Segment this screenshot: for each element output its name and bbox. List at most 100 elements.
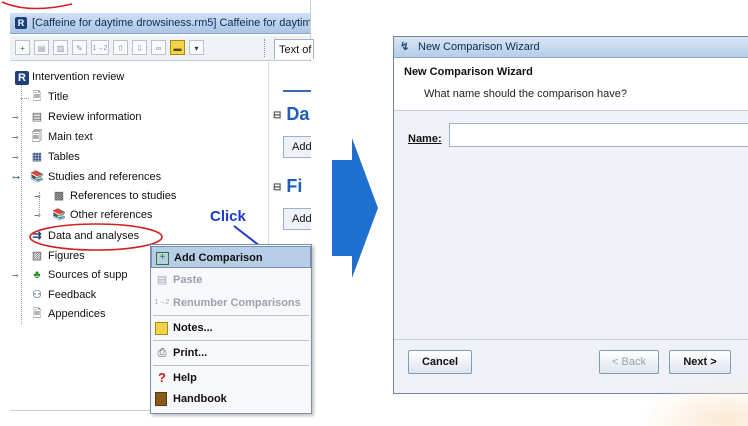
menu-separator [153,315,309,316]
tree-item-label: Intervention review [32,71,125,83]
add-icon[interactable]: + [15,40,30,55]
menu-item-label: Help [173,372,197,384]
transition-arrow [332,138,378,278]
references-icon: ▩ [53,190,65,202]
tree-item-label: Title [48,91,69,103]
menu-item-handbook[interactable]: Handbook [151,388,311,410]
review-icon: R [15,71,29,85]
menu-item-add-comparison[interactable]: + Add Comparison [151,246,311,268]
tree-item-title[interactable]: 🗎 Title [10,89,210,107]
context-menu: + Add Comparison ▤ Paste 1→2 Renumber Co… [150,244,312,414]
menu-item-print[interactable]: ⎙ Print... [151,342,311,364]
tree-item-label: Appendices [48,308,106,320]
link-icon[interactable]: ∞ [151,40,166,55]
revman-app-icon: R [15,17,27,29]
edit-icon[interactable]: ✎ [72,40,87,55]
menu-separator [153,365,309,366]
window-title-bar: R [Caffeine for daytime drowsiness.rm5] … [10,13,310,34]
tree-item-references-to-studies[interactable]: ⊸ ▩ References to studies [10,188,210,206]
tree-item-intervention-review[interactable]: R Intervention review [10,69,210,87]
tree-item-label: Tables [48,151,80,163]
feedback-icon: ⚇ [32,289,42,301]
printer-icon: ⎙ [157,347,167,359]
document-icon: 🗎 [32,91,42,103]
table-icon: ▦ [31,151,43,163]
menu-item-paste[interactable]: ▤ Paste [151,269,311,291]
menu-item-label: Notes... [173,322,213,334]
tree-item-label: Studies and references [48,171,162,183]
dialog-header: New Comparison Wizard What name should t… [394,58,748,111]
collapse-icon[interactable]: ⊟ [273,110,281,121]
expand-icon[interactable]: ⊸ [34,212,41,220]
move-up-icon[interactable]: ⇧ [113,40,128,55]
doc-heading-text: Da [286,104,310,124]
tree-item-label: References to studies [70,190,177,202]
doc-heading-text: Fi [286,176,303,196]
tree-item-label: Main text [48,131,93,143]
menu-item-renumber-comparisons[interactable]: 1→2 Renumber Comparisons [151,292,311,314]
paste-icon[interactable]: ▥ [53,40,68,55]
info-icon: ▤ [31,111,43,123]
tree-item-tables[interactable]: ⊸ ▦ Tables [10,149,210,167]
back-button-label: < Back [612,356,646,368]
dropdown-icon[interactable]: ▾ [189,40,204,55]
tree-item-label: Feedback [48,289,97,301]
expand-icon[interactable]: ⊸ [12,134,19,142]
next-button[interactable]: Next > [669,350,731,374]
tree-item-label: Review information [48,111,142,123]
menu-item-help[interactable]: ? Help [151,367,311,389]
next-button-label: Next > [683,356,717,368]
menu-item-label: Handbook [173,393,227,405]
doc-heading-data: ⊟ Da [273,104,309,125]
tab-text-of-review[interactable]: Text of review [274,39,314,59]
collapse-icon[interactable]: ⊟ [273,182,281,193]
tab-strip: Text of review [268,36,314,61]
expand-icon[interactable]: ⊸ [12,272,19,280]
notes-icon[interactable]: ▬ [170,40,185,55]
wizard-heading: New Comparison Wizard [404,66,533,78]
wizard-question: What name should the comparison have? [424,88,628,100]
highlight-ellipse [29,223,163,251]
copy-icon[interactable]: ▤ [34,40,49,55]
tree-connector [21,98,29,99]
background-watermark [640,380,748,426]
window-title: [Caffeine for daytime drowsiness.rm5] Ca… [32,17,310,29]
menu-item-label: Add Comparison [174,252,263,264]
name-label-text: Name: [408,133,442,145]
expand-icon[interactable]: ⊸ [12,114,19,122]
renumber-icon[interactable]: 1→2 [91,40,109,55]
menu-item-notes[interactable]: Notes... [151,317,311,339]
cancel-button[interactable]: Cancel [408,350,472,374]
menu-item-label: Print... [173,347,208,359]
expand-icon[interactable]: ⊸ [12,154,19,162]
add-comparison-icon: + [156,252,169,265]
dialog-title: New Comparison Wizard [418,41,540,53]
doc-separator [283,90,311,92]
doc-add-button[interactable]: Add [283,136,311,158]
highlight-ellipse-top [1,1,73,10]
text-icon: 🗐 [31,131,43,143]
appendix-icon: 🗎 [32,308,42,320]
dialog-title-bar: ↯ New Comparison Wizard [394,37,748,58]
sources-icon: ♣ [33,269,41,281]
tree-item-review-information[interactable]: ⊸ ▤ Review information [10,109,210,127]
paste-icon: ▤ [156,274,168,286]
collapse-icon[interactable]: ⊶ [12,174,20,182]
menu-item-label: Renumber Comparisons [173,297,301,309]
tree-item-studies-and-references[interactable]: ⊶ 📚 Studies and references [10,169,210,187]
books-icon: 📚 [30,171,44,183]
tree-item-label: Sources of supp [48,269,128,281]
new-comparison-wizard-dialog: ↯ New Comparison Wizard New Comparison W… [393,36,748,394]
name-label: Name: [408,133,442,145]
renumber-icon: 1→2 [154,299,170,306]
revman-window: R [Caffeine for daytime drowsiness.rm5] … [1,0,314,414]
expand-icon[interactable]: ⊸ [34,193,41,201]
comparison-name-input[interactable] [449,123,748,147]
click-annotation: Click [210,208,246,225]
cancel-button-label: Cancel [421,356,459,368]
move-down-icon[interactable]: ⇩ [132,40,147,55]
back-button[interactable]: < Back [599,350,659,374]
menu-separator [153,340,309,341]
doc-heading-figures: ⊟ Fi [273,176,302,197]
tree-item-main-text[interactable]: ⊸ 🗐 Main text [10,129,210,147]
